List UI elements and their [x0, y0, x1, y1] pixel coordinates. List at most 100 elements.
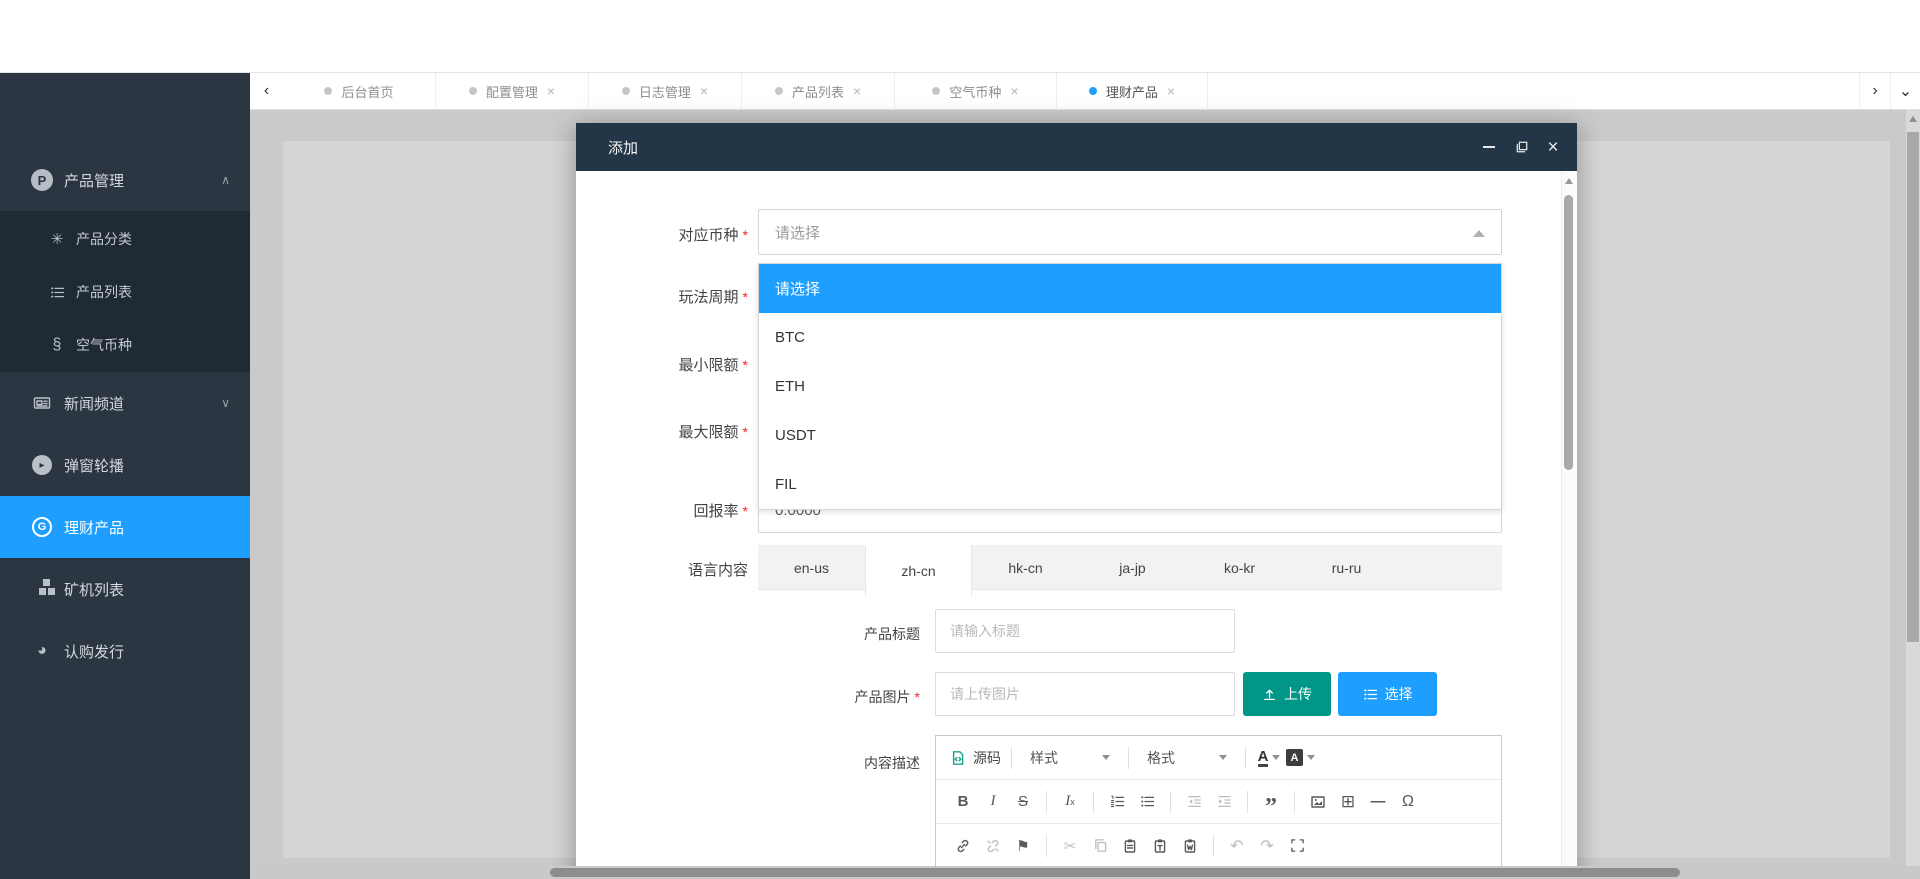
italic-button[interactable]: I [980, 789, 1006, 815]
page-vscrollbar[interactable] [1906, 110, 1920, 866]
rich-text-editor: 源码 样式 格式 A A BISIx”⊞―Ω ⚑✂↶↷ [935, 735, 1502, 879]
source-doc-icon [950, 750, 966, 766]
sidebar-item-label: 空气币种 [76, 335, 132, 355]
sidebar-item-产品分类[interactable]: ✳产品分类 [0, 212, 250, 265]
sidebar-item-产品管理[interactable]: P产品管理∧ [0, 149, 250, 211]
indent-button [1211, 789, 1237, 815]
product-image-input[interactable]: 请上传图片 [935, 672, 1235, 716]
sidebar-item-空气币种[interactable]: §空气币种 [0, 318, 250, 371]
product-title-input[interactable]: 请输入标题 [935, 609, 1235, 653]
lang-tab-zh-cn[interactable]: zh-cn [865, 545, 972, 596]
table-button[interactable]: ⊞ [1335, 789, 1361, 815]
title-placeholder: 请输入标题 [950, 621, 1020, 641]
tab-close-icon[interactable]: × [1167, 84, 1175, 98]
sidebar-item-矿机列表[interactable]: 矿机列表 [0, 558, 250, 620]
lang-tab-en-us[interactable]: en-us [758, 545, 865, 590]
tab-label: 空气币种 [949, 82, 1001, 101]
scroll-up-arrow-icon[interactable] [1909, 116, 1917, 122]
tab-空气币种[interactable]: 空气币种 × [895, 73, 1057, 109]
image-placeholder: 请上传图片 [950, 684, 1020, 704]
lang-tab-ru-ru[interactable]: ru-ru [1293, 545, 1400, 590]
chevron-up-icon: ∧ [221, 173, 230, 187]
text-color-button[interactable]: A [1256, 745, 1282, 771]
upload-button[interactable]: 上传 [1243, 672, 1331, 716]
tab-close-icon[interactable]: × [1010, 84, 1018, 98]
styles-dropdown[interactable]: 样式 [1022, 744, 1118, 772]
modal-vscrollbar[interactable] [1561, 171, 1575, 879]
dropdown-option-FIL[interactable]: FIL [759, 460, 1501, 509]
carousel-icon: ▸ [30, 455, 54, 476]
removeformat-button[interactable]: Ix [1057, 789, 1083, 815]
quote-button[interactable]: ” [1258, 789, 1284, 815]
maximize-button[interactable] [1284, 833, 1310, 859]
top-navbar [0, 0, 1920, 73]
modal-vscroll-thumb[interactable] [1564, 195, 1573, 470]
image-button[interactable] [1305, 789, 1331, 815]
scroll-up-arrow-icon[interactable] [1565, 178, 1573, 184]
dropdown-option-BTC[interactable]: BTC [759, 313, 1501, 362]
bg-color-button[interactable]: A [1286, 745, 1315, 771]
flag-button[interactable]: ⚑ [1010, 833, 1036, 859]
toolbar-separator [1245, 747, 1246, 769]
bold-button[interactable]: B [950, 789, 976, 815]
paste-button[interactable] [1117, 833, 1143, 859]
pasteword-button[interactable] [1177, 833, 1203, 859]
window-hscrollbar[interactable] [250, 866, 1920, 879]
sidebar-submenu: ✳产品分类产品列表§空气币种 [0, 211, 250, 372]
strike-button[interactable]: S [1010, 789, 1036, 815]
close-button[interactable]: × [1538, 123, 1568, 171]
coin-select[interactable]: 请选择 [758, 209, 1502, 255]
page-vscroll-thumb[interactable] [1907, 132, 1919, 642]
tab-后台首页[interactable]: 后台首页 [283, 73, 436, 109]
dropdown-option-请选择[interactable]: 请选择 [759, 264, 1501, 313]
hr-button[interactable]: ― [1365, 789, 1391, 815]
tab-理财产品[interactable]: 理财产品× [1057, 73, 1208, 109]
sidebar-item-label: 新闻频道 [64, 393, 124, 414]
sidebar-item-弹窗轮播[interactable]: ▸弹窗轮播 [0, 434, 250, 496]
minimize-button[interactable] [1474, 123, 1504, 171]
maximize-button[interactable] [1507, 123, 1537, 171]
tab-产品列表[interactable]: 产品列表× [742, 73, 895, 109]
lang-tab-hk-cn[interactable]: hk-cn [972, 545, 1079, 590]
sidebar-item-认购发行[interactable]: ◕认购发行 [0, 620, 250, 682]
tabs-scroll-left-button[interactable]: ‹ [250, 73, 283, 109]
min-field-label: 最小限额* [576, 354, 748, 375]
link-button[interactable] [950, 833, 976, 859]
toolbar-separator [1247, 791, 1248, 813]
source-label: 源码 [973, 748, 1001, 768]
choose-button[interactable]: 选择 [1338, 672, 1437, 716]
sidebar-item-理财产品[interactable]: G理财产品 [0, 496, 250, 558]
source-code-button[interactable]: 源码 [950, 745, 1001, 771]
tab-close-icon[interactable]: × [547, 84, 555, 98]
toolbar-separator [1128, 747, 1129, 769]
tab-close-icon[interactable]: × [853, 84, 861, 98]
ul-button[interactable] [1134, 789, 1160, 815]
upload-icon [1262, 687, 1277, 702]
tabs-scroll-right-button[interactable]: › [1859, 73, 1890, 109]
dropdown-option-ETH[interactable]: ETH [759, 362, 1501, 411]
tab-label: 配置管理 [486, 82, 538, 101]
dropdown-option-USDT[interactable]: USDT [759, 411, 1501, 460]
lang-tab-ja-jp[interactable]: ja-jp [1079, 545, 1186, 590]
tabs-menu-button[interactable]: ⌄ [1890, 73, 1920, 109]
image-field-label: 产品图片* [760, 687, 920, 707]
ol-button[interactable] [1104, 789, 1130, 815]
caret-down-icon [1272, 755, 1280, 760]
ol-icon [1110, 794, 1125, 809]
tab-close-icon[interactable]: × [700, 84, 708, 98]
window-hscroll-thumb[interactable] [550, 868, 1680, 877]
tab-配置管理[interactable]: 配置管理 × [436, 73, 589, 109]
tab-日志管理[interactable]: 日志管理× [589, 73, 742, 109]
caret-down-icon [1102, 755, 1110, 760]
sidebar-item-label: 产品管理 [64, 170, 124, 191]
lang-tab-ko-kr[interactable]: ko-kr [1186, 545, 1293, 590]
omega-button[interactable]: Ω [1395, 789, 1421, 815]
sidebar-item-label: 产品分类 [76, 229, 132, 249]
copy-button [1087, 833, 1113, 859]
toolbar-separator [1213, 835, 1214, 857]
sidebar-item-新闻频道[interactable]: 新闻频道∨ [0, 372, 250, 434]
pastetext-button[interactable] [1147, 833, 1173, 859]
upload-button-label: 上传 [1284, 684, 1312, 704]
format-dropdown[interactable]: 格式 [1139, 744, 1235, 772]
sidebar-item-产品列表[interactable]: 产品列表 [0, 265, 250, 318]
